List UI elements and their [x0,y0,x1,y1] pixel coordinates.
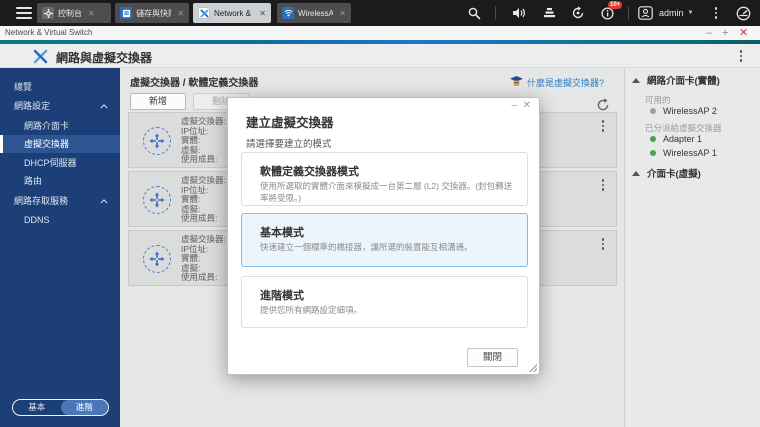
virtual-switch-icon [143,186,171,214]
help-link[interactable]: 什麼是虛擬交換器? [510,76,604,89]
status-dot-icon [650,150,656,156]
tab-close-icon[interactable]: ✕ [259,9,266,18]
option-advanced-mode[interactable]: 進階模式 提供您所有網路設定細項。 [241,276,528,328]
notifications-icon[interactable]: 10+ [599,5,615,21]
search-icon[interactable] [466,5,482,21]
sidebar: 總覽 網路設定 網路介面卡 虛擬交換器 DHCP伺服器 路由 網路存取服務 DD… [0,68,120,427]
mode-advanced-button[interactable]: 進階 [61,400,109,415]
network-icon [198,7,210,19]
dialog-minimize-icon[interactable]: – [511,100,517,111]
sidebar-item-overview[interactable]: 總覽 [0,78,120,96]
right-panel: 網路介面卡(實體) 可用的 WirelessAP 2 已分派給虛擬交換器 Ada… [626,68,760,427]
header-more-icon[interactable] [736,49,746,63]
tab-network-virtual-switch[interactable]: Network & Vi... ✕ [193,3,271,23]
window-close-button[interactable]: ✕ [739,26,748,40]
group-label-assigned: 已分派給虛擬交換器 [645,122,722,134]
app-logo-icon [32,48,49,70]
dialog-subtitle: 請選擇要建立的模式 [246,136,332,150]
chevron-up-icon [100,199,108,204]
tab-label: Network & Vi... [214,9,253,18]
chevron-up-icon [100,104,108,109]
tab-close-icon[interactable]: ✕ [177,9,184,18]
section-title: 虛擬交換器 / 軟體定義交換器 [130,74,258,89]
app-header: 網路與虛擬交換器 [0,44,760,68]
row-more-icon[interactable] [598,237,608,251]
status-dot-icon [650,108,656,114]
taskbar-divider [495,6,496,20]
dashboard-icon[interactable] [735,5,751,21]
refresh-icon[interactable] [596,98,610,112]
create-virtual-switch-dialog: – ✕ 建立虛擬交換器 請選擇要建立的模式 軟體定義交換器模式 使用所選取的實體… [227,97,540,375]
window-titlebar: Network & Virtual Switch – + ✕ [0,26,760,40]
tab-label: WirelessAP ... [298,9,333,18]
tab-label: 儲存與快照... [136,8,171,19]
close-button[interactable]: 關閉 [467,348,518,367]
taskbar-divider [628,6,629,20]
sidebar-item-network-access[interactable]: 網路存取服務 [0,192,120,210]
mode-basic-button[interactable]: 基本 [13,400,61,415]
add-button[interactable]: 新增 [130,93,186,110]
collapse-triangle-icon [632,171,640,176]
sidebar-item-virtual-switch[interactable]: 虛擬交換器 [0,135,120,153]
sidebar-item-routing[interactable]: 路由 [0,172,120,190]
status-dot-icon [650,136,656,142]
sidebar-item-network-settings[interactable]: 網路設定 [0,97,120,115]
volume-icon[interactable] [511,5,527,21]
desktop: 控制台 ✕ 儲存與快照... ✕ Network & Vi... ✕ Wirel… [0,0,760,427]
mode-toggle: 基本 進階 [12,399,109,416]
user-name: admin [659,8,684,18]
dialog-title: 建立虛擬交換器 [246,112,334,131]
tutor-icon [510,76,523,89]
gear-icon [42,7,54,19]
interface-item[interactable]: Adapter 1 [650,134,702,144]
collapse-triangle-icon [632,78,640,83]
window-title: Network & Virtual Switch [5,28,92,37]
notification-badge: 10+ [608,1,622,9]
window-minimize-button[interactable]: – [706,26,712,40]
virtual-switch-icon [143,245,171,273]
panel-section-physical[interactable]: 網路介面卡(實體) [632,73,720,87]
sidebar-item-dhcp-server[interactable]: DHCP伺服器 [0,154,120,172]
row-more-icon[interactable] [598,119,608,133]
tab-control-panel[interactable]: 控制台 ✕ [37,3,111,23]
window-maximize-button[interactable]: + [722,26,728,40]
interface-item[interactable]: WirelessAP 2 [650,106,717,116]
user-menu[interactable]: admin ▼ [659,0,693,26]
tab-storage-snapshots[interactable]: 儲存與快照... ✕ [115,3,189,23]
main-menu-icon[interactable] [16,7,32,19]
virtual-switch-icon [143,127,171,155]
option-basic-mode[interactable]: 基本模式 快速建立一個標準的橋接器，讓所選的裝置能互相溝通。 [241,213,528,267]
panel-section-virtual[interactable]: 介面卡(虛擬) [632,166,701,180]
storage-icon [120,7,132,19]
taskbar: 控制台 ✕ 儲存與快照... ✕ Network & Vi... ✕ Wirel… [0,0,760,26]
dialog-resize-handle[interactable] [529,364,537,372]
restart-services-icon[interactable] [570,5,586,21]
tab-label: 控制台 [58,8,82,19]
sidebar-item-network-interfaces[interactable]: 網路介面卡 [0,117,120,135]
wireless-icon [282,7,294,19]
group-label-available: 可用的 [645,94,671,106]
help-link-label: 什麼是虛擬交換器? [527,76,604,89]
tab-close-icon[interactable]: ✕ [88,9,95,18]
chevron-down-icon: ▼ [688,10,694,16]
tab-close-icon[interactable]: ✕ [339,9,346,18]
dialog-close-icon[interactable]: ✕ [523,100,531,111]
interface-item[interactable]: WirelessAP 1 [650,148,717,158]
user-avatar-icon[interactable] [637,5,653,21]
tab-wirelessap[interactable]: WirelessAP ... ✕ [277,3,351,23]
sidebar-item-ddns[interactable]: DDNS [0,211,120,229]
page-title: 網路與虛擬交換器 [56,49,152,66]
taskbar-more-icon[interactable] [711,6,721,20]
row-more-icon[interactable] [598,178,608,192]
background-tasks-icon[interactable] [541,5,557,21]
option-software-defined-mode[interactable]: 軟體定義交換器模式 使用所選取的實體介面來模擬成一台第二層 (L2) 交換器。(… [241,152,528,206]
